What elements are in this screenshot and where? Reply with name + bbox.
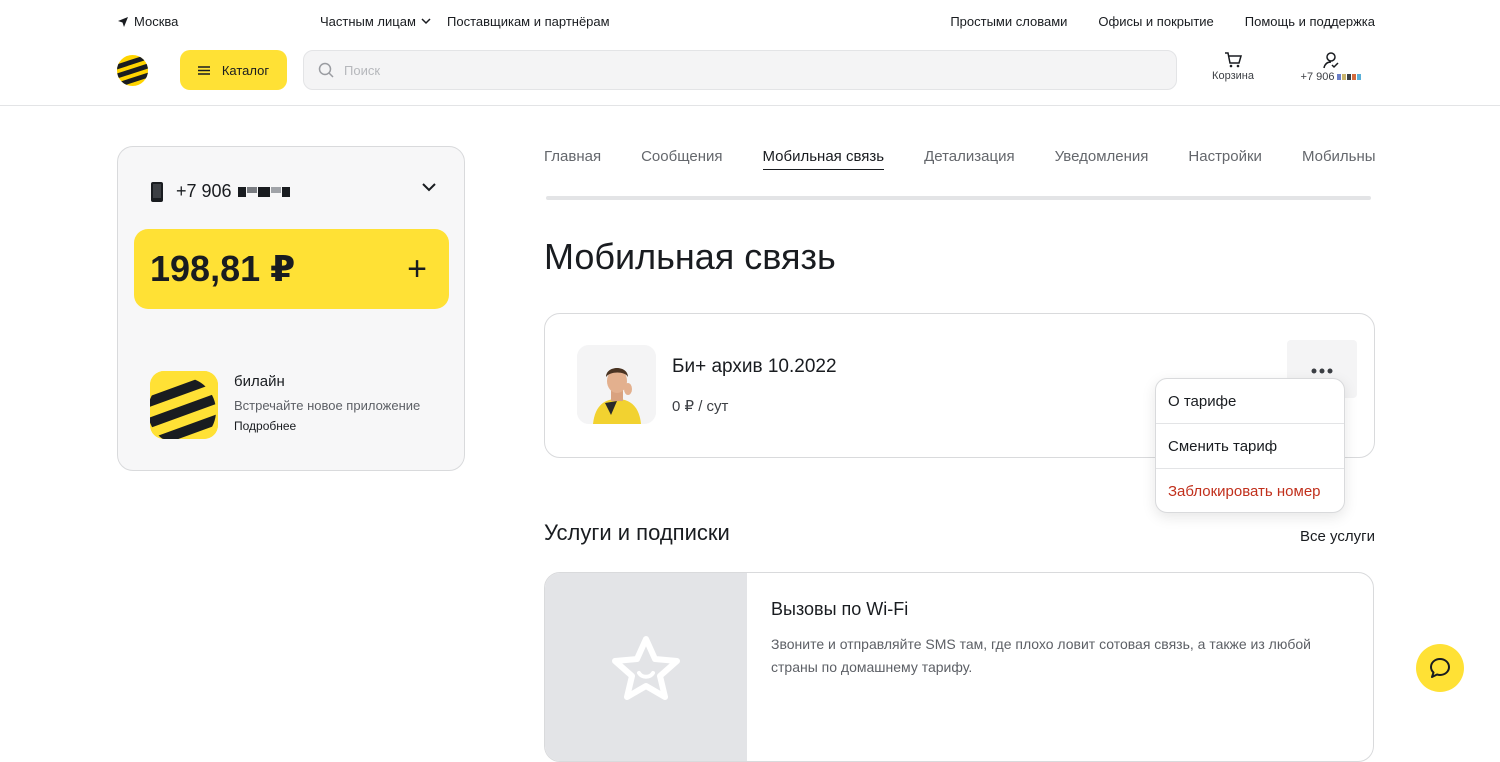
tariff-image (577, 345, 656, 424)
tariff-price: 0 ₽ / сут (672, 398, 729, 415)
phone-icon (151, 181, 163, 202)
page-title: Мобильная связь (544, 236, 836, 277)
promo-title: билайн (234, 373, 285, 390)
tab-messages[interactable]: Сообщения (641, 146, 722, 170)
service-image (545, 573, 747, 761)
phone-selector[interactable]: +7 906 (150, 181, 436, 202)
catalog-button[interactable]: Каталог (180, 50, 287, 90)
top-up-plus-icon[interactable]: + (407, 252, 427, 286)
more-dots-icon (1311, 368, 1333, 374)
location-arrow-icon (118, 16, 128, 27)
tab-settings[interactable]: Настройки (1188, 146, 1262, 170)
balance-block[interactable]: 198,81 ₽ + (134, 229, 449, 309)
top-links: Простыми словами Офисы и покрытие Помощь… (950, 14, 1375, 29)
redacted-digits (1337, 74, 1362, 81)
profile-button[interactable]: +7 906 (1286, 52, 1376, 83)
top-bar: Москва Частным лицам Поставщикам и партн… (0, 0, 1500, 42)
link-help-support[interactable]: Помощь и поддержка (1245, 14, 1375, 29)
segment-partners-label: Поставщикам и партнёрам (447, 14, 610, 29)
beeline-logo-icon[interactable] (116, 54, 149, 87)
tabs-scrollbar[interactable] (546, 196, 1371, 200)
app-promo[interactable]: билайн Встречайте новое приложение Подро… (150, 371, 420, 439)
star-smile-icon (612, 636, 680, 700)
service-name: Вызовы по Wi-Fi (771, 599, 909, 619)
tariff-name: Би+ архив 10.2022 (672, 356, 837, 377)
phone-number: +7 906 (176, 181, 290, 202)
promo-more-link[interactable]: Подробнее (234, 419, 420, 433)
chevron-down-icon (421, 18, 431, 25)
cart-button[interactable]: Корзина (1206, 52, 1260, 82)
profile-phone: +7 906 (1301, 71, 1362, 83)
tariff-menu: О тарифе Сменить тариф Заблокировать ном… (1155, 378, 1345, 513)
balance-amount: 198,81 ₽ (150, 248, 296, 289)
redacted-digits (237, 187, 290, 198)
menu-icon (197, 65, 210, 75)
service-card[interactable]: Вызовы по Wi-Fi Звоните и отправляйте SM… (544, 572, 1374, 762)
chat-button[interactable] (1416, 644, 1464, 692)
user-icon (1323, 52, 1339, 69)
app-promo-text: билайн Встречайте новое приложение Подро… (234, 371, 420, 439)
city-label: Москва (134, 14, 179, 29)
city-selector[interactable]: Москва (117, 14, 178, 29)
beeline-app-icon (150, 371, 218, 439)
cart-label: Корзина (1212, 70, 1254, 82)
services-heading: Услуги и подписки (544, 520, 730, 545)
search-icon (318, 62, 334, 78)
segment-partners[interactable]: Поставщикам и партнёрам (447, 14, 610, 29)
promo-subtitle: Встречайте новое приложение (234, 398, 421, 413)
segment-private-label: Частным лицам (320, 14, 416, 29)
all-services-link[interactable]: Все услуги (1300, 528, 1375, 545)
chevron-down-icon[interactable] (422, 183, 436, 192)
section-tabs: Главная Сообщения Мобильная связь Детали… (544, 146, 1376, 196)
tab-home[interactable]: Главная (544, 146, 601, 170)
tab-notifications[interactable]: Уведомления (1055, 146, 1149, 170)
service-description: Звоните и отправляйте SMS там, где плохо… (771, 636, 1311, 675)
header: Каталог Корзина +7 906 (0, 42, 1500, 106)
search-box[interactable] (303, 50, 1177, 90)
menu-item-change-tariff[interactable]: Сменить тариф (1156, 424, 1344, 469)
profile-phone-prefix: +7 906 (1300, 71, 1335, 83)
catalog-label: Каталог (221, 62, 270, 78)
tab-mobile[interactable]: Мобильная связь (762, 146, 885, 170)
phone-number-prefix: +7 906 (176, 181, 232, 201)
chat-icon (1430, 658, 1450, 678)
account-card: +7 906 198,81 ₽ + билайн Встречайте ново… (117, 146, 465, 471)
menu-item-block-number[interactable]: Заблокировать номер (1156, 469, 1344, 512)
cart-icon (1225, 52, 1242, 68)
link-simple-words[interactable]: Простыми словами (950, 14, 1067, 29)
tab-details[interactable]: Детализация (924, 146, 1015, 170)
link-offices-coverage[interactable]: Офисы и покрытие (1098, 14, 1213, 29)
tab-mobile-id[interactable]: Мобильный ID (1302, 146, 1376, 170)
search-input[interactable] (342, 61, 1142, 79)
menu-item-about-tariff[interactable]: О тарифе (1156, 379, 1344, 424)
segment-private[interactable]: Частным лицам (320, 14, 431, 29)
